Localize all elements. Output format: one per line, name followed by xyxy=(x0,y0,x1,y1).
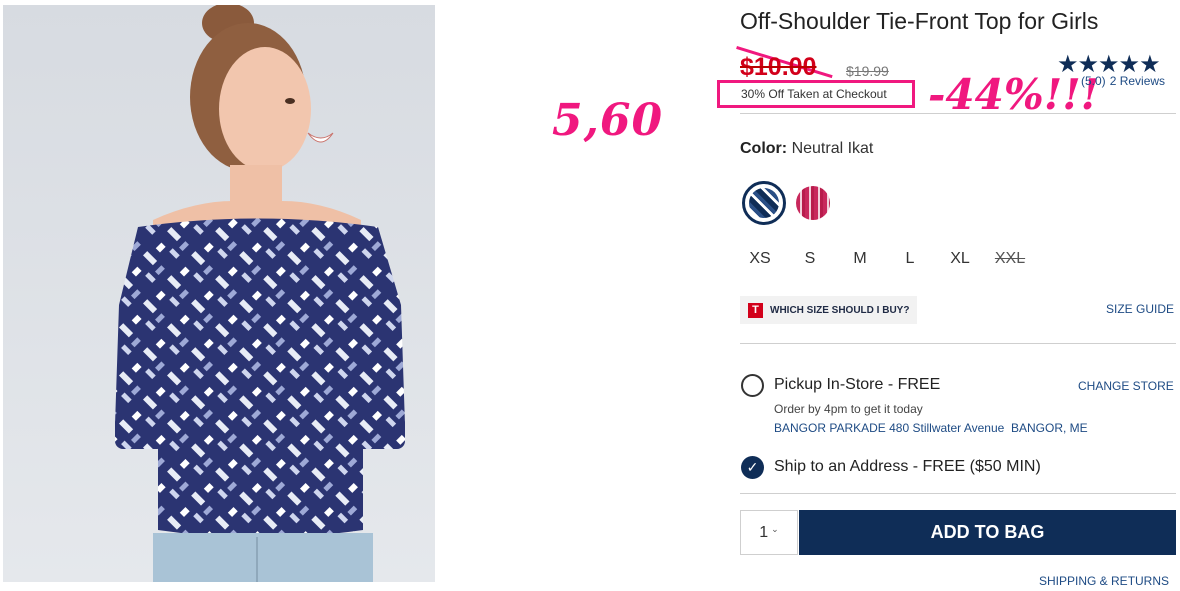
color-value: Neutral Ikat xyxy=(791,140,874,157)
original-price: $19.99 xyxy=(846,63,889,79)
reviews-count[interactable]: 2 Reviews xyxy=(1110,74,1165,88)
order-note: Order by 4pm to get it today xyxy=(774,402,923,416)
quantity-value: 1 xyxy=(759,523,769,541)
chevron-down-icon: ⌄ xyxy=(771,524,779,534)
color-label: Color: xyxy=(740,140,788,157)
size-xs[interactable]: XS xyxy=(740,250,780,268)
sale-price: $10.00 xyxy=(740,53,817,81)
pickup-label[interactable]: Pickup In-Store - FREE xyxy=(774,376,940,394)
divider xyxy=(740,493,1176,494)
product-image[interactable] xyxy=(3,5,435,582)
handwritten-price-annotation: 5,60 xyxy=(552,95,664,146)
color-label-row: Color: Neutral Ikat xyxy=(740,140,873,158)
ship-label[interactable]: Ship to an Address - FREE ($50 MIN) xyxy=(774,458,1041,476)
size-xxl[interactable]: XXL xyxy=(990,250,1030,268)
change-store-link[interactable]: CHANGE STORE xyxy=(1078,379,1174,393)
ship-radio-checked[interactable]: ✓ xyxy=(741,456,764,479)
reviews-link[interactable]: (5.0) 2 Reviews xyxy=(1081,74,1169,88)
product-title: Off-Shoulder Tie-Front Top for Girls xyxy=(740,8,1099,34)
store-address-link[interactable]: BANGOR PARKADE 480 Stillwater Avenue BAN… xyxy=(774,421,1088,435)
shipping-returns-link[interactable]: SHIPPING & RETURNS xyxy=(1039,574,1169,588)
size-s[interactable]: S xyxy=(790,250,830,268)
add-to-bag-button[interactable]: ADD TO BAG xyxy=(799,510,1176,555)
checkmark-icon: ✓ xyxy=(746,459,759,475)
swatch-pink[interactable] xyxy=(796,186,830,220)
pickup-radio[interactable] xyxy=(741,374,764,397)
true-fit-icon: T xyxy=(748,302,763,318)
swatch-neutral-ikat[interactable] xyxy=(742,181,786,225)
size-helper-label: WHICH SIZE SHOULD I BUY? xyxy=(770,304,910,316)
promo-text: 30% Off Taken at Checkout xyxy=(741,87,887,101)
quantity-select[interactable]: 1 ⌄ xyxy=(740,510,798,555)
rating-value: (5.0) xyxy=(1081,74,1106,88)
divider xyxy=(740,343,1176,344)
size-helper-button[interactable]: T WHICH SIZE SHOULD I BUY? xyxy=(740,296,918,324)
size-guide-link[interactable]: SIZE GUIDE xyxy=(1106,302,1174,316)
size-l[interactable]: L xyxy=(890,250,930,268)
size-m[interactable]: M xyxy=(840,250,880,268)
divider xyxy=(740,113,1176,114)
size-xl[interactable]: XL xyxy=(940,250,980,268)
